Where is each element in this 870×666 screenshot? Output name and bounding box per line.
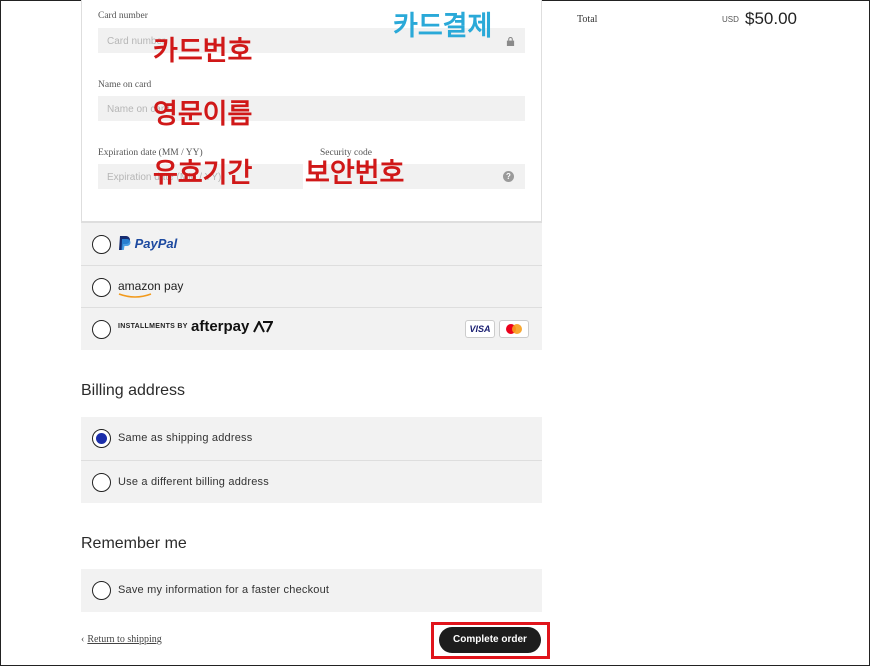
annotation-name-english: 영문이름 (153, 99, 253, 130)
amazon-pay-logo: amazon pay (118, 279, 184, 293)
paypal-text: PayPal (134, 236, 178, 251)
visa-text: VISA (469, 324, 491, 334)
mastercard-circles-icon (506, 324, 522, 334)
lock-icon (506, 37, 515, 46)
remember-me-label: Save my information for a faster checkou… (118, 584, 330, 596)
paypal-radio[interactable] (92, 235, 111, 254)
billing-option-same[interactable]: Same as shipping address (81, 417, 542, 460)
card-number-label: Card number (98, 11, 148, 21)
billing-option-different[interactable]: Use a different billing address (81, 460, 542, 503)
annotation-card-number: 카드번호 (153, 36, 253, 67)
amazon-pay-radio[interactable] (92, 278, 111, 297)
billing-different-label: Use a different billing address (118, 476, 269, 488)
visa-badge: VISA (465, 320, 495, 338)
payment-option-amazon-pay[interactable]: amazon pay (81, 265, 542, 308)
total-label: Total (577, 14, 598, 25)
total-amount: $50.00 (745, 9, 797, 28)
remember-me-radio[interactable] (92, 581, 111, 600)
return-to-shipping-label: Return to shipping (87, 634, 162, 645)
paypal-logo: PayPal (118, 235, 177, 251)
name-on-card-label: Name on card (98, 80, 152, 90)
complete-order-button[interactable]: Complete order (439, 627, 541, 653)
annotation-security-code: 보안번호 (305, 158, 405, 189)
total-currency: USD (722, 15, 739, 24)
billing-different-radio[interactable] (92, 473, 111, 492)
afterpay-radio[interactable] (92, 320, 111, 339)
remember-me-option[interactable]: Save my information for a faster checkou… (81, 569, 542, 612)
annotation-card-payment: 카드결제 (393, 11, 493, 42)
return-to-shipping-link[interactable]: ‹ Return to shipping (81, 634, 162, 645)
help-icon[interactable]: ? (503, 171, 514, 182)
payment-option-paypal[interactable]: PayPal (81, 222, 542, 265)
chevron-left-icon: ‹ (81, 634, 85, 645)
afterpay-prefix: INSTALLMENTS BY (118, 323, 188, 330)
afterpay-logo: afterpay (191, 318, 250, 335)
annotation-expiration: 유효기간 (153, 158, 253, 189)
payment-option-afterpay[interactable]: INSTALLMENTS BY afterpay VISA (81, 307, 542, 350)
remember-me-title: Remember me (81, 535, 187, 552)
billing-same-radio[interactable] (92, 429, 111, 448)
billing-same-label: Same as shipping address (118, 432, 253, 444)
paypal-p-icon (119, 236, 131, 250)
billing-address-title: Billing address (81, 382, 186, 399)
amazon-smile-icon (118, 293, 152, 298)
afterpay-arrow-icon (253, 321, 273, 333)
mastercard-icon (499, 320, 529, 338)
